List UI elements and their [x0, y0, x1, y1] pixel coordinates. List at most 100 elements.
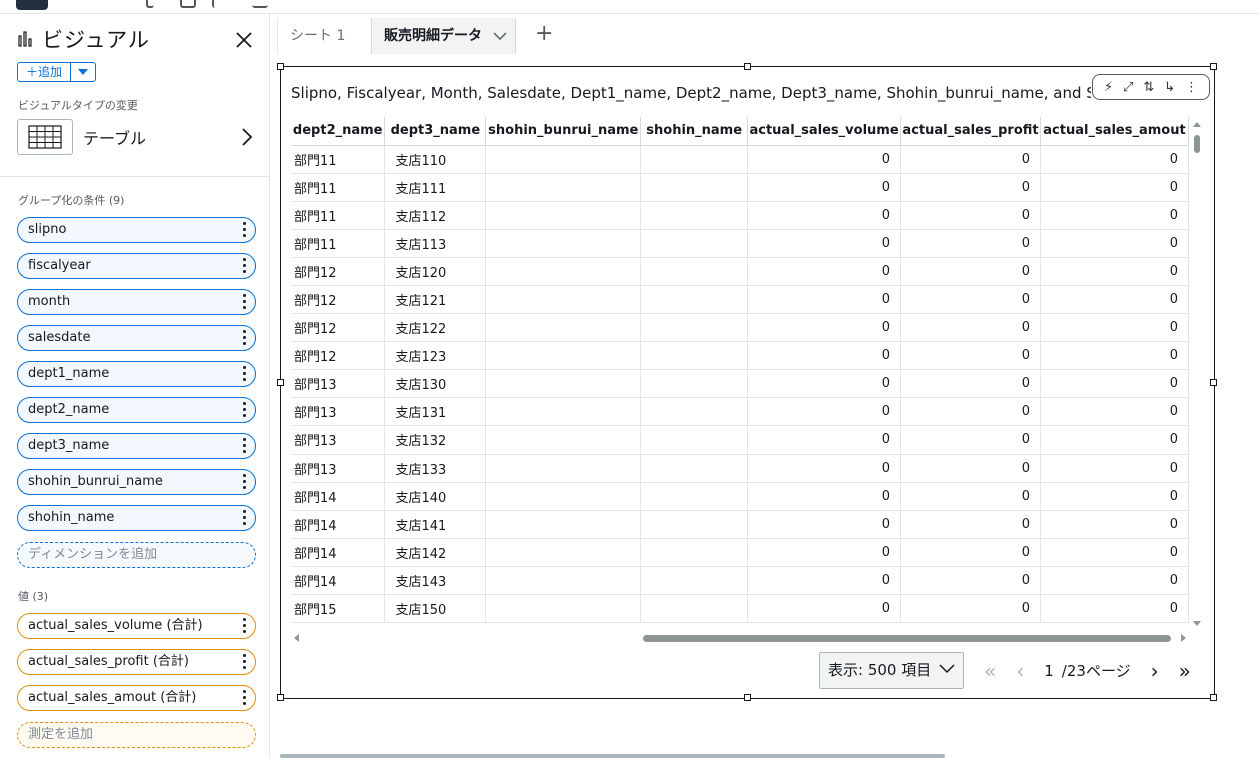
column-header[interactable]: shohin_name [640, 117, 749, 146]
field-menu-icon[interactable] [243, 438, 247, 454]
column-header[interactable]: actual_sales_volume [747, 117, 902, 146]
add-measure-field[interactable]: 測定を追加 [17, 722, 256, 748]
dimension-field[interactable]: month [17, 289, 256, 315]
table-body: 部門11 支店110 0 0 0 部門11 支店111 0 0 0 部門11 支店112 0 0 0 部門11… [291, 145, 1189, 624]
last-page-icon[interactable]: » [1179, 659, 1191, 683]
toolbar-icon[interactable] [212, 0, 228, 8]
field-menu-icon[interactable] [243, 330, 247, 346]
table-row[interactable]: 部門11 支店111 0 0 0 [291, 173, 1189, 202]
resize-handle[interactable] [744, 63, 751, 70]
scroll-left-icon[interactable] [291, 632, 301, 644]
dimension-field[interactable]: slipno [17, 217, 256, 243]
table-cell: 0 [747, 285, 902, 315]
column-header[interactable]: actual_sales_profit [900, 117, 1041, 146]
field-menu-icon[interactable] [243, 690, 247, 706]
measure-field[interactable]: actual_sales_amout (合計) [17, 685, 256, 711]
table-cell: 部門11 [291, 173, 386, 202]
resize-handle[interactable] [1210, 379, 1217, 386]
drill-icon[interactable]: ↳ [1164, 80, 1175, 95]
expand-icon[interactable]: ⤢ [1123, 80, 1133, 95]
table-row[interactable]: 部門14 支店142 0 0 0 [291, 538, 1189, 567]
dimension-field[interactable]: dept3_name [17, 433, 256, 459]
table-row[interactable]: 部門12 支店120 0 0 0 [291, 257, 1189, 286]
scroll-right-icon[interactable] [1179, 632, 1189, 644]
field-menu-icon[interactable] [243, 294, 247, 310]
field-menu-icon[interactable] [243, 366, 247, 382]
add-sheet-button[interactable]: + [523, 18, 565, 54]
page-size-select[interactable]: 表示: 500 項目 [819, 652, 964, 689]
table-row[interactable]: 部門14 支店141 0 0 0 [291, 510, 1189, 539]
dimension-field[interactable]: dept1_name [17, 361, 256, 387]
resize-handle[interactable] [1210, 694, 1217, 701]
prev-page-icon[interactable]: ‹ [1016, 659, 1024, 683]
table-row[interactable]: 部門13 支店133 0 0 0 [291, 454, 1189, 483]
field-menu-icon[interactable] [243, 654, 247, 670]
add-dimension-field[interactable]: ディメンションを追加 [17, 542, 256, 568]
field-menu-icon[interactable] [243, 402, 247, 418]
table-row[interactable]: 部門14 支店140 0 0 0 [291, 482, 1189, 511]
column-header[interactable]: dept3_name [384, 117, 487, 146]
dimension-field[interactable]: dept2_name [17, 397, 256, 423]
tab-sheet1[interactable]: シート 1 [277, 18, 357, 54]
close-icon[interactable] [234, 30, 254, 50]
add-dropdown-button[interactable] [71, 63, 95, 81]
resize-handle[interactable] [277, 379, 284, 386]
dimension-field[interactable]: fiscalyear [17, 253, 256, 279]
table-cell: 0 [900, 285, 1041, 315]
dimension-field[interactable]: shohin_bunrui_name [17, 469, 256, 495]
scroll-thumb[interactable] [643, 635, 1171, 642]
table-row[interactable]: 部門13 支店132 0 0 0 [291, 425, 1189, 455]
table-row[interactable]: 部門11 支店112 0 0 0 [291, 201, 1189, 230]
table-row[interactable]: 部門15 支店150 0 0 0 [291, 594, 1189, 624]
column-header[interactable]: dept2_name [291, 117, 386, 146]
resize-handle[interactable] [277, 694, 284, 701]
undo-icon[interactable] [146, 0, 154, 8]
table-row[interactable]: 部門12 支店122 0 0 0 [291, 313, 1189, 343]
field-menu-icon[interactable] [243, 618, 247, 634]
scroll-thumb[interactable] [1194, 135, 1200, 153]
save-icon[interactable] [180, 0, 196, 8]
chevron-down-icon[interactable] [493, 32, 507, 40]
toolbar-icon[interactable] [252, 0, 268, 8]
horizontal-scrollbar[interactable] [291, 632, 1189, 644]
first-page-icon[interactable]: « [984, 659, 996, 683]
table-row[interactable]: 部門11 支店113 0 0 0 [291, 229, 1189, 258]
table-row[interactable]: 部門14 支店143 0 0 0 [291, 566, 1189, 596]
field-menu-icon[interactable] [243, 258, 247, 274]
insights-icon[interactable]: ⚡︎ [1104, 80, 1113, 95]
visual-type-selector[interactable]: テーブル [17, 119, 257, 155]
measure-field[interactable]: actual_sales_profit (合計) [17, 649, 256, 675]
table-row[interactable]: 部門13 支店131 0 0 0 [291, 397, 1189, 427]
column-header[interactable]: actual_sales_amout [1040, 117, 1189, 146]
field-label: dept2_name [28, 402, 110, 417]
resize-handle[interactable] [744, 694, 751, 701]
resize-handle[interactable] [1210, 63, 1217, 70]
table-row[interactable]: 部門12 支店123 0 0 0 [291, 341, 1189, 371]
dimension-field[interactable]: salesdate [17, 325, 256, 351]
table-row[interactable]: 部門11 支店110 0 0 0 [291, 145, 1189, 174]
resize-handle[interactable] [277, 63, 284, 70]
more-icon[interactable]: ⋮ [1185, 80, 1198, 95]
dimension-field[interactable]: shohin_name [17, 505, 256, 531]
field-menu-icon[interactable] [243, 510, 247, 526]
measure-field[interactable]: actual_sales_volume (合計) [17, 613, 256, 639]
field-menu-icon[interactable] [243, 474, 247, 490]
vertical-scrollbar[interactable] [1191, 119, 1203, 629]
sheet-horizontal-scrollbar[interactable] [280, 754, 945, 758]
table-cell [640, 454, 749, 483]
table-cell [485, 454, 642, 483]
add-button[interactable]: ＋追加 [18, 63, 72, 81]
next-page-icon[interactable]: › [1151, 659, 1159, 683]
field-menu-icon[interactable] [243, 222, 247, 238]
table-cell: 0 [900, 397, 1041, 427]
column-header[interactable]: shohin_bunrui_name [485, 117, 642, 146]
scroll-down-icon[interactable] [1191, 619, 1203, 629]
sort-icon[interactable]: ⇅ [1143, 80, 1154, 95]
tab-sales-detail[interactable]: 販売明細データ [371, 18, 516, 54]
table-visual[interactable]: Slipno, Fiscalyear, Month, Salesdate, De… [277, 63, 1217, 701]
table-cell: 支店113 [384, 229, 487, 258]
app-icon[interactable] [16, 0, 48, 10]
table-row[interactable]: 部門13 支店130 0 0 0 [291, 369, 1189, 399]
table-row[interactable]: 部門12 支店121 0 0 0 [291, 285, 1189, 315]
scroll-up-icon[interactable] [1191, 119, 1203, 129]
